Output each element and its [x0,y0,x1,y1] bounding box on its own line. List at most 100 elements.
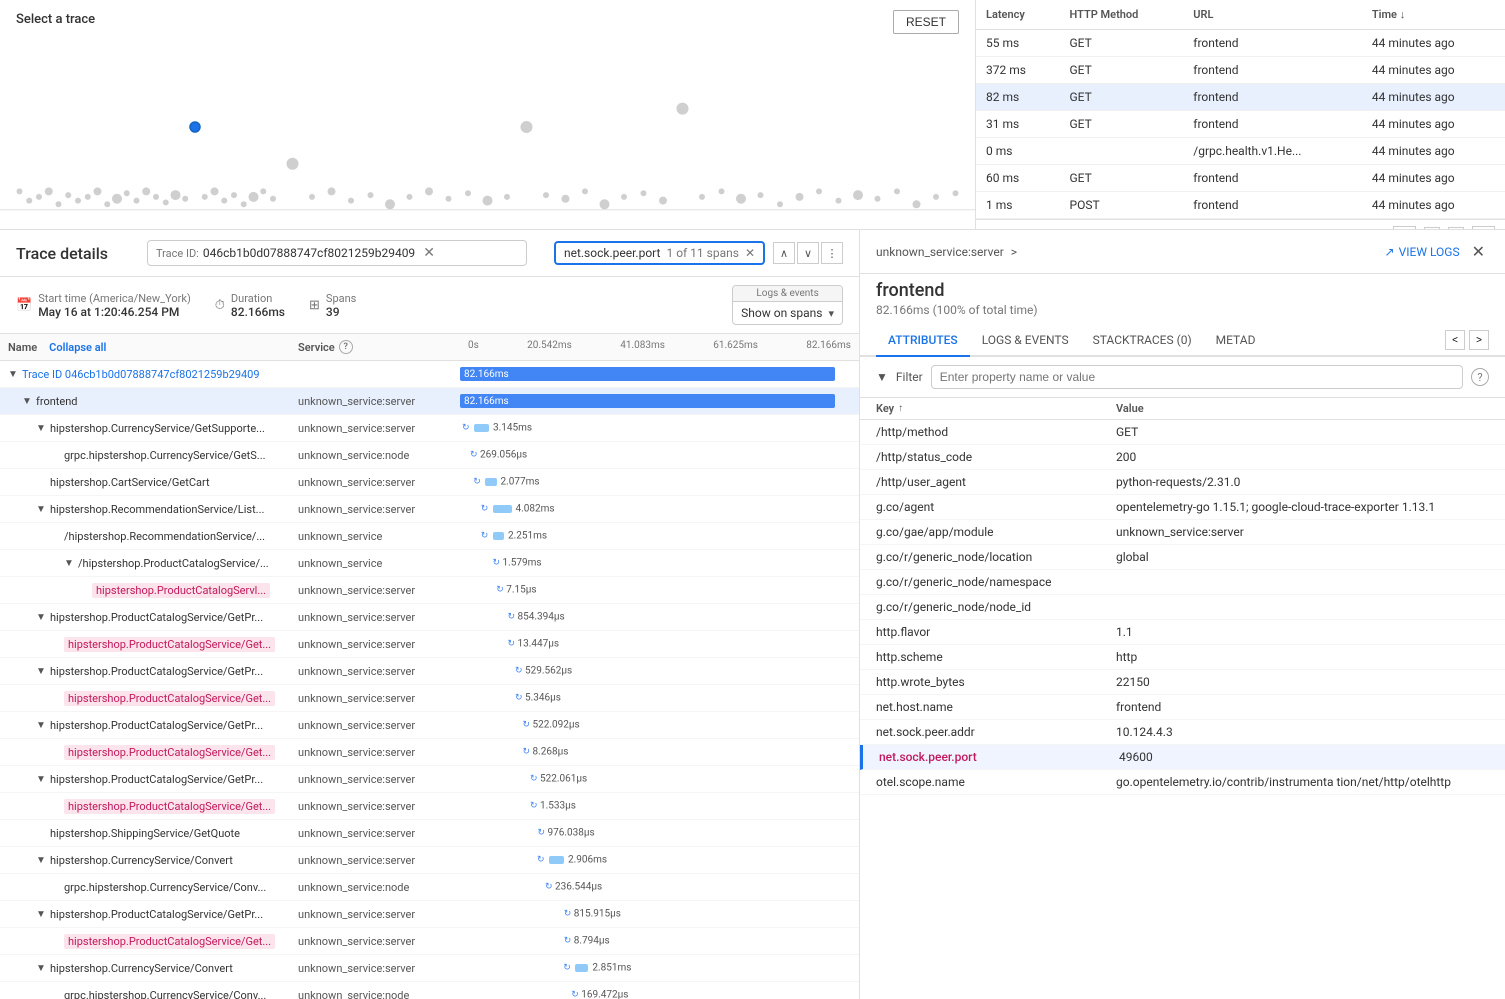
trace-row[interactable]: grpc.hipstershop.CurrencyService/GetS...… [0,442,859,469]
span-filter-clear[interactable]: ✕ [745,246,755,260]
trace-row[interactable]: grpc.hipstershop.CurrencyService/Conv...… [0,982,859,999]
breadcrumb-sep: > [1011,245,1017,259]
col-http-method[interactable]: HTTP Method [1060,0,1184,30]
trace-row[interactable]: hipstershop.ProductCatalogService/Get...… [0,631,859,658]
row-timeline-cell: ↻ 976.038μs [460,820,859,846]
trace-row[interactable]: ▼ hipstershop.CurrencyService/Convert un… [0,847,859,874]
row-toggle[interactable]: ▼ [36,720,48,731]
trace-row[interactable]: ▼ hipstershop.ProductCatalogService/GetP… [0,604,859,631]
scatter-chart: Select a trace RESET [0,0,975,229]
timeline-label-0: 0s [468,340,479,354]
cell-time: 44 minutes ago [1362,165,1505,192]
col-latency[interactable]: Latency [976,0,1060,30]
row-toggle[interactable]: ▼ [36,666,48,677]
trace-row[interactable]: ▼ Trace ID 046cb1b0d07888747cf8021259b29… [0,361,859,388]
trace-row[interactable]: grpc.hipstershop.CurrencyService/Conv...… [0,874,859,901]
table-row[interactable]: 55 ms GET frontend 44 minutes ago [976,30,1505,57]
view-logs-link[interactable]: ↗ VIEW LOGS [1385,245,1460,259]
tab-next-button[interactable]: > [1469,330,1489,350]
filter-icon: ▼ [876,370,888,384]
attr-key: net.host.name [876,700,1116,714]
attr-row: net.sock.peer.port 49600 [860,745,1505,770]
row-service-cell: unknown_service:node [290,445,460,465]
span-tab-metad[interactable]: METAD [1204,325,1268,357]
cell-latency: 55 ms [976,30,1060,57]
trace-id-clear-button[interactable]: ✕ [423,245,435,261]
collapse-all-button[interactable]: Collapse all [49,341,106,354]
row-service-text: unknown_service:server [298,638,415,651]
table-row[interactable]: 60 ms GET frontend 44 minutes ago [976,165,1505,192]
timeline-label-2: 41.083ms [620,340,665,354]
row-toggle[interactable]: ▼ [36,423,48,434]
row-toggle[interactable]: ▼ [36,504,48,515]
attr-val: unknown_service:server [1116,525,1489,539]
row-name-text: hipstershop.ProductCatalogService/GetPr.… [50,665,263,678]
help-icon[interactable]: ? [1471,368,1489,386]
row-toggle[interactable]: ▼ [22,396,34,407]
row-toggle[interactable]: ▼ [36,612,48,623]
table-row[interactable]: 31 ms GET frontend 44 minutes ago [976,111,1505,138]
pagination-last[interactable]: ⏭ [1472,226,1495,229]
logs-events-select[interactable]: Show on spans ▾ [733,302,842,324]
scatter-svg [0,35,975,219]
trace-row[interactable]: ▼ hipstershop.CurrencyService/Convert un… [0,955,859,982]
row-name-text: grpc.hipstershop.CurrencyService/Conv... [64,989,266,999]
span-nav-expand[interactable]: ⋮ [821,242,843,264]
trace-id-label: Trace ID: [156,247,199,260]
span-tab-attributes[interactable]: ATTRIBUTES [876,325,970,357]
sort-asc-icon[interactable]: ↑ [898,403,903,414]
trace-row[interactable]: ▼ /hipstershop.ProductCatalogService/...… [0,550,859,577]
pagination-first[interactable]: ⏮ [1393,226,1416,229]
row-toggle[interactable]: ▼ [36,909,48,920]
row-service-text: unknown_service:server [298,746,415,759]
trace-row[interactable]: ▼ hipstershop.RecommendationService/List… [0,496,859,523]
row-name-cell: hipstershop.ShippingService/GetQuote [0,824,290,843]
span-nav-up[interactable]: ∧ [773,242,795,264]
trace-row[interactable]: hipstershop.ProductCatalogService/Get...… [0,739,859,766]
trace-row[interactable]: ▼ hipstershop.ProductCatalogService/GetP… [0,712,859,739]
span-tab-stacktraces--0-[interactable]: STACKTRACES (0) [1081,325,1204,357]
span-filter: net.sock.peer.port 1 of 11 spans ✕ [554,241,765,265]
row-toggle[interactable]: ▼ [8,369,20,380]
pagination-next[interactable]: › [1448,227,1464,230]
span-nav-down[interactable]: ∨ [797,242,819,264]
row-timeline-cell: ↻ 5.346μs [460,685,859,711]
row-toggle[interactable]: ▼ [36,774,48,785]
trace-row[interactable]: hipstershop.ProductCatalogService/Get...… [0,685,859,712]
row-toggle[interactable]: ▼ [36,855,48,866]
trace-row[interactable]: ▼ hipstershop.ProductCatalogService/GetP… [0,766,859,793]
trace-row[interactable]: ▼ hipstershop.ProductCatalogService/GetP… [0,658,859,685]
attr-row: g.co/gae/app/module unknown_service:serv… [860,520,1505,545]
span-detail-close-button[interactable]: ✕ [1468,240,1489,263]
service-info-icon[interactable]: ? [339,340,353,354]
table-row[interactable]: 372 ms GET frontend 44 minutes ago [976,57,1505,84]
trace-row[interactable]: hipstershop.ProductCatalogService/Get...… [0,793,859,820]
row-name-text: hipstershop.CartService/GetCart [50,476,210,489]
trace-row[interactable]: ▼ hipstershop.CurrencyService/GetSupport… [0,415,859,442]
row-timeline-cell: ↻ 169.472μs [460,982,859,999]
trace-row[interactable]: hipstershop.CartService/GetCart unknown_… [0,469,859,496]
table-row[interactable]: 1 ms POST frontend 44 minutes ago [976,192,1505,219]
col-time[interactable]: Time ↓ [1362,0,1505,30]
cell-url: frontend [1183,165,1362,192]
trace-row[interactable]: hipstershop.ProductCatalogServl... unkno… [0,577,859,604]
trace-row[interactable]: hipstershop.ShippingService/GetQuote unk… [0,820,859,847]
attr-val: 200 [1116,450,1489,464]
trace-row[interactable]: ▼ hipstershop.ProductCatalogService/GetP… [0,901,859,928]
row-timeline-cell: ↻ 529.562μs [460,658,859,684]
tab-prev-button[interactable]: < [1445,330,1465,350]
table-row[interactable]: 0 ms /grpc.health.v1.He... 44 minutes ag… [976,138,1505,165]
row-timeline-cell: ↻ 3.145ms [460,415,859,441]
pagination-prev[interactable]: ‹ [1424,227,1440,230]
row-toggle[interactable]: ▼ [36,963,48,974]
attr-val: python-requests/2.31.0 [1116,475,1489,489]
trace-row[interactable]: /hipstershop.RecommendationService/... u… [0,523,859,550]
col-url[interactable]: URL [1183,0,1362,30]
trace-row[interactable]: ▼ frontend unknown_service:server 82.166… [0,388,859,415]
reset-button[interactable]: RESET [893,10,959,34]
span-tab-logs-&-events[interactable]: LOGS & EVENTS [970,325,1081,357]
table-row[interactable]: 82 ms GET frontend 44 minutes ago [976,84,1505,111]
attr-filter-input[interactable] [931,365,1463,389]
trace-row[interactable]: hipstershop.ProductCatalogService/Get...… [0,928,859,955]
row-toggle[interactable]: ▼ [64,558,76,569]
